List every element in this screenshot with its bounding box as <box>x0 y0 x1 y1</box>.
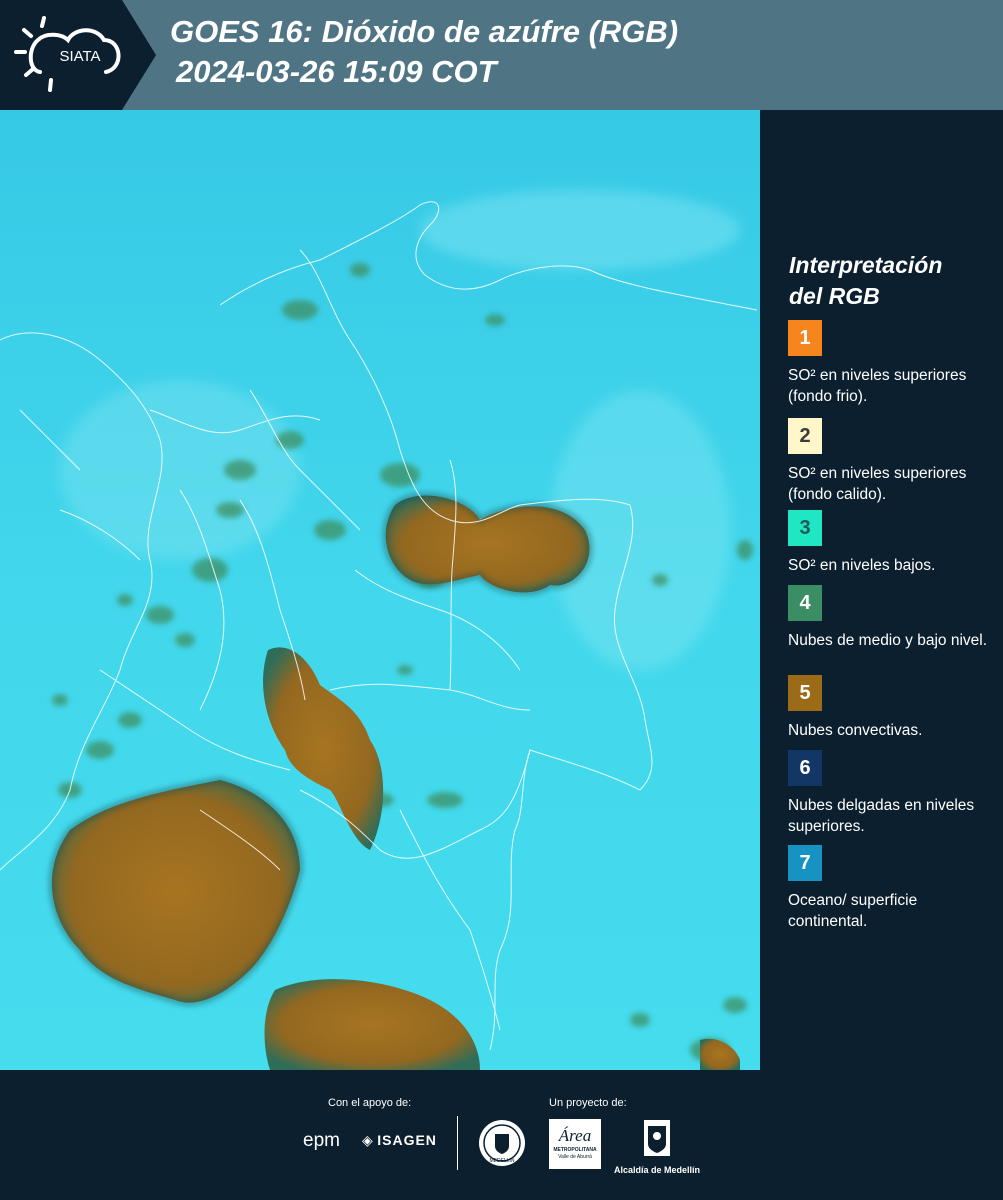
svg-text:SIATA: SIATA <box>59 48 100 65</box>
legend-swatch-1: 1 <box>788 320 822 356</box>
legend-swatch-5: 5 <box>788 675 822 711</box>
legend-swatch-2: 2 <box>788 418 822 454</box>
legend-label-2: SO² en niveles superiores (fondo calido)… <box>788 465 967 503</box>
legend-label-1: SO² en niveles superiores (fondo frio). <box>788 367 967 405</box>
isagen-icon: ◈ <box>362 1132 373 1148</box>
area-logo-sub2: Valle de Aburrá <box>558 1154 592 1160</box>
page-title: GOES 16: Dióxido de azúfre (RGB) <box>170 14 679 49</box>
footer-divider <box>457 1116 458 1170</box>
legend-title-line2: del RGB <box>789 283 880 309</box>
alcaldia-shield-icon <box>644 1120 670 1156</box>
project-caption: Un proyecto de: <box>549 1097 627 1109</box>
legend-title-line1: Interpretación <box>789 252 943 278</box>
footer: Con el apoyo de: Un proyecto de: epm ◈ I… <box>0 1070 1003 1200</box>
legend-label-4: Nubes de medio y bajo nivel. <box>788 632 988 649</box>
siata-logo: SIATA <box>0 0 160 110</box>
alcaldia-logo: Alcaldía de Medellín <box>612 1118 702 1175</box>
isagen-logo: ◈ ISAGEN <box>362 1132 437 1150</box>
legend-label-6: Nubes delgadas en niveles superiores. <box>788 797 975 835</box>
legend-swatch-7: 7 <box>788 845 822 881</box>
legend-swatch-3: 3 <box>788 510 822 546</box>
legend-title: Interpretación del RGB <box>789 250 989 312</box>
alcaldia-label: Alcaldía de Medellín <box>613 1165 701 1175</box>
area-logo-text: Área <box>558 1126 592 1145</box>
legend-label-7: Oceano/ superficie continental. <box>788 892 918 930</box>
support-caption: Con el apoyo de: <box>328 1097 412 1109</box>
legend-swatch-6: 6 <box>788 750 822 786</box>
seal-logo: MEDELLIN <box>477 1118 527 1173</box>
legend-label-3: SO² en niveles bajos. <box>788 557 936 574</box>
epm-logo: epm <box>303 1130 340 1151</box>
legend-swatch-4: 4 <box>788 585 822 621</box>
isagen-label: ISAGEN <box>377 1132 437 1148</box>
area-logo-sub1: METROPOLITANA <box>553 1147 597 1153</box>
header-bar: SIATA GOES 16: Dióxido de azúfre (RGB) 2… <box>0 0 1003 110</box>
svg-text:MEDELLIN: MEDELLIN <box>489 1158 514 1164</box>
legend-panel: Interpretación del RGB 1 SO² en niveles s… <box>760 110 1003 1070</box>
timestamp: 2024-03-26 15:09 COT <box>176 54 497 89</box>
area-metropolitana-logo: Área METROPOLITANA Valle de Aburrá <box>549 1119 601 1169</box>
satellite-rgb-image <box>0 110 760 1070</box>
legend-label-5: Nubes convectivas. <box>788 722 923 739</box>
